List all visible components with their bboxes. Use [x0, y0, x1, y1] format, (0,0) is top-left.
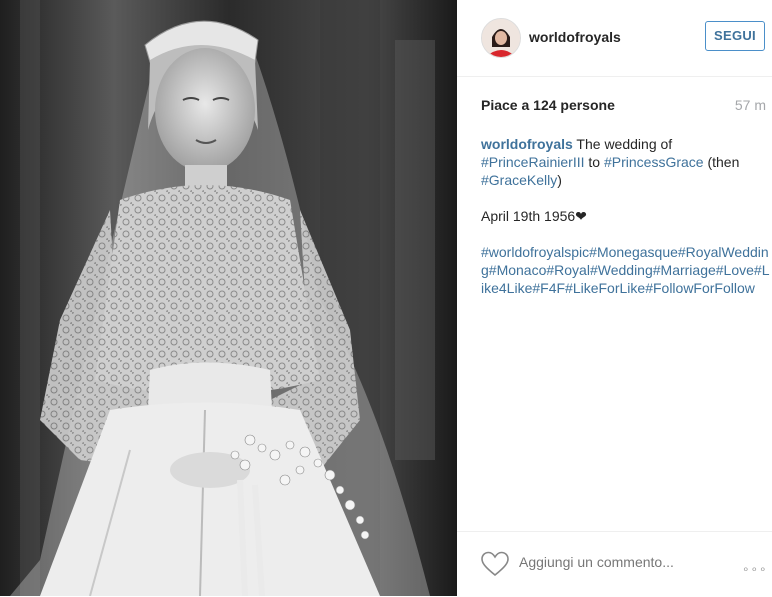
post-header: worldofroyals SEGUI [457, 0, 772, 77]
post-side-panel: worldofroyals SEGUI Piace a 124 persone … [457, 0, 772, 596]
post-actions: Aggiungi un commento... ∘∘∘ [457, 531, 772, 597]
hashtag-link[interactable]: #GraceKelly [481, 172, 557, 188]
caption-text: The wedding of [572, 136, 673, 152]
caption-text: ) [557, 172, 562, 188]
heart-outline-icon[interactable] [481, 551, 509, 577]
wedding-photo-illustration [0, 0, 457, 596]
more-options-icon[interactable]: ∘∘∘ [742, 562, 768, 576]
post-photo[interactable] [0, 0, 457, 596]
post-caption: worldofroyals The wedding of #PrinceRain… [481, 135, 771, 315]
caption-paragraph: worldofroyals The wedding of #PrinceRain… [481, 135, 771, 189]
caption-text: (then [703, 154, 740, 170]
post-time[interactable]: 57 m [735, 97, 766, 113]
caption-date-line: April 19th 1956❤ [481, 208, 587, 224]
caption-text: to [584, 154, 604, 170]
follow-button[interactable]: SEGUI [705, 21, 765, 51]
likes-count[interactable]: Piace a 124 persone [481, 97, 615, 113]
caption-username[interactable]: worldofroyals [481, 136, 573, 152]
instagram-post: worldofroyals SEGUI Piace a 124 persone … [0, 0, 772, 596]
post-author-username[interactable]: worldofroyals [529, 29, 621, 45]
caption-hashtags[interactable]: #worldofroyalspic#Monegasque#RoyalWeddin… [481, 243, 771, 297]
hashtag-link[interactable]: #PrinceRainierIII [481, 154, 585, 170]
hashtag-link[interactable]: #PrincessGrace [604, 154, 704, 170]
comment-input[interactable]: Aggiungi un commento... [519, 554, 674, 570]
profile-avatar-icon[interactable] [481, 18, 521, 58]
